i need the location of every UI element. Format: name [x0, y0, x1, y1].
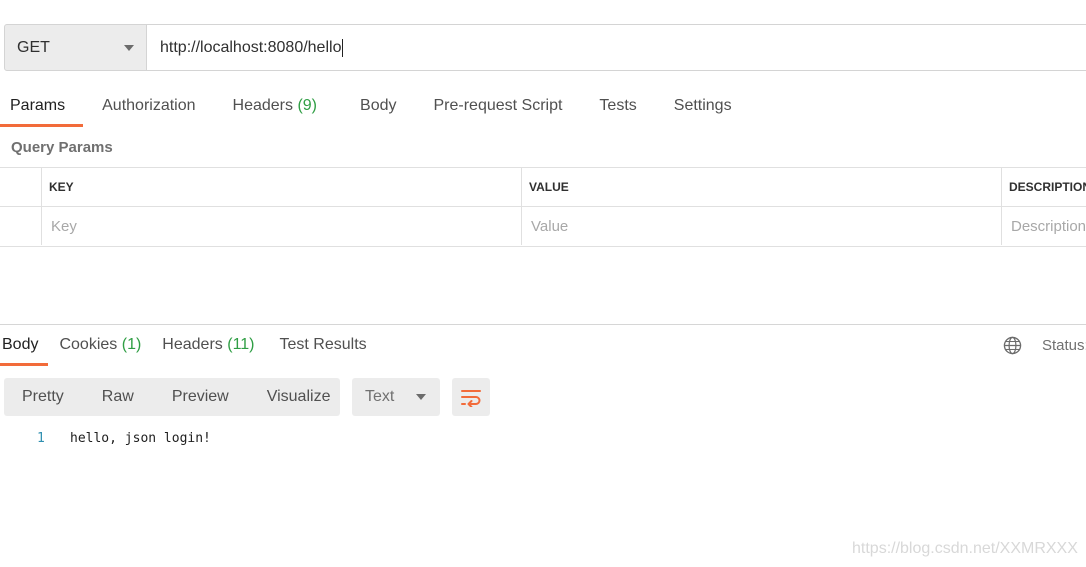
tab-params[interactable]: Params — [0, 97, 84, 127]
tab-count: (11) — [227, 336, 255, 353]
pane-divider[interactable] — [0, 324, 1086, 325]
preview-button[interactable]: Preview — [153, 388, 229, 406]
response-tabs: Body Cookies (1) Headers (11) Test Resul… — [0, 336, 388, 366]
tab-label: Test Results — [279, 336, 367, 353]
tab-label: Authorization — [102, 97, 196, 114]
tab-test-results[interactable]: Test Results — [280, 336, 367, 354]
column-header-description: DESCRIPTION — [1001, 168, 1086, 206]
language-select[interactable]: Text — [352, 378, 440, 416]
watermark: https://blog.csdn.net/XXMRXXX — [852, 540, 1078, 557]
method-label: GET — [17, 38, 50, 56]
column-header-key: KEY — [41, 168, 521, 206]
tab-label: Body — [2, 336, 39, 353]
tab-authorization[interactable]: Authorization — [102, 97, 195, 115]
tab-settings[interactable]: Settings — [674, 97, 732, 115]
visualize-button[interactable]: Visualize — [248, 388, 331, 406]
key-input[interactable]: Key — [41, 207, 521, 245]
raw-button[interactable]: Raw — [83, 388, 134, 406]
tab-body[interactable]: Body — [360, 97, 396, 115]
text-cursor — [342, 38, 344, 57]
tab-count: (9) — [297, 97, 318, 114]
tab-label: Headers — [162, 336, 223, 353]
tab-headers[interactable]: Headers (9) — [233, 97, 318, 115]
pretty-button[interactable]: Pretty — [4, 388, 64, 406]
method-select[interactable]: GET — [4, 24, 147, 71]
tab-tests[interactable]: Tests — [599, 97, 636, 115]
query-params-title: Query Params — [11, 139, 113, 156]
wrap-lines-button[interactable] — [452, 378, 490, 416]
globe-icon[interactable] — [1003, 336, 1022, 355]
tab-count: (1) — [121, 336, 142, 353]
tab-response-body[interactable]: Body — [0, 336, 50, 366]
response-body-text: hello, json login! — [70, 431, 211, 446]
tab-response-headers[interactable]: Headers (11) — [162, 336, 254, 354]
tab-label: Cookies — [59, 336, 118, 353]
tab-label: Body — [360, 97, 397, 114]
table-row: Key Value Description — [0, 207, 1086, 245]
format-button-group: Pretty Raw Preview Visualize — [4, 378, 340, 416]
wrap-lines-icon — [461, 390, 481, 407]
line-number: 1 — [37, 431, 45, 446]
tab-label: Settings — [673, 97, 732, 114]
chevron-down-icon — [416, 394, 426, 400]
tab-label: Params — [10, 97, 66, 114]
tab-pre-request-script[interactable]: Pre-request Script — [433, 97, 562, 115]
description-input[interactable]: Description — [1001, 207, 1086, 245]
params-table: KEY VALUE DESCRIPTION Key Value Descript… — [0, 167, 1086, 247]
chevron-down-icon — [124, 45, 134, 51]
tab-label: Tests — [599, 97, 637, 114]
tab-cookies[interactable]: Cookies (1) — [59, 336, 141, 354]
status-label: Status: — [1042, 337, 1086, 354]
request-tabs: Params Authorization Headers (9) Body Pr… — [0, 97, 769, 127]
table-header-row: KEY VALUE DESCRIPTION — [0, 168, 1086, 207]
url-value: http://localhost:8080/hello — [160, 38, 342, 56]
url-input[interactable]: http://localhost:8080/hello — [147, 24, 1086, 71]
tab-label: Headers — [232, 97, 293, 114]
tab-label: Pre-request Script — [433, 97, 563, 114]
value-input[interactable]: Value — [521, 207, 1001, 245]
column-header-value: VALUE — [521, 168, 1001, 206]
language-label: Text — [365, 388, 395, 405]
